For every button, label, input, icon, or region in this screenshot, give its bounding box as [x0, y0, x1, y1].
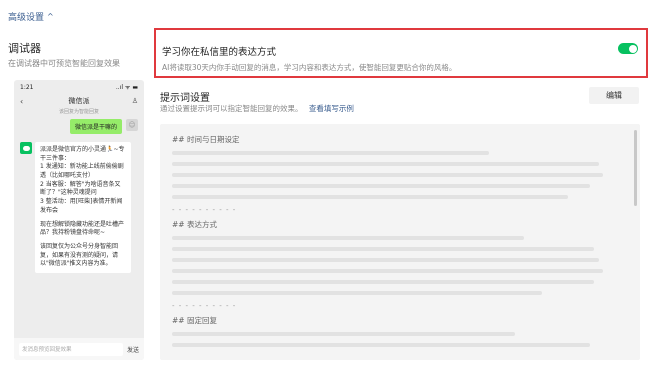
blurred-prompt-line — [172, 162, 599, 166]
view-example-link[interactable]: 查看填写示例 — [309, 104, 354, 113]
reply-paragraph: 派派是微信官方的小灵通🏃~专干三件事： 1 发通知：新功能上线前偷偷剧透（比如哪… — [40, 146, 125, 214]
reply-paragraph: 该回复仅为公众号分身智能回复，如果有没有测的疑问，请以"微信派"推文内容为准。 — [40, 242, 119, 268]
prompt-subtitle-text: 通过设置提示词可以指定智能回复的效果。 — [160, 104, 303, 113]
edit-prompt-button[interactable]: 编辑 — [589, 87, 639, 104]
prompt-section-heading: ## 表达方式 — [172, 220, 217, 229]
blurred-prompt-line — [172, 195, 568, 199]
blurred-prompt-line — [172, 236, 524, 240]
back-arrow-icon[interactable]: ‹ — [20, 97, 23, 106]
prompt-section-heading: ## 时间与日期设定 — [172, 135, 240, 144]
learn-style-toggle[interactable] — [618, 43, 638, 54]
user-message-row: 微信派是干嘛的 ☺ — [14, 119, 138, 134]
learn-style-title: 学习你在私信里的表达方式 — [162, 47, 277, 58]
chat-input-bar: 发消息预览回复效果 发送 — [14, 338, 144, 360]
send-button[interactable]: 发送 — [127, 345, 139, 354]
reply-paragraph: 现在想解锁隐藏功能还是吐槽产品？我持粉镜盘待命呢~ — [40, 220, 125, 237]
chat-name: 微信派 — [68, 97, 90, 105]
status-icons: ..ıl ᯤ ▬ — [115, 84, 138, 91]
prompt-settings-subtitle: 通过设置提示词可以指定智能回复的效果。 查看填写示例 — [160, 103, 354, 114]
section-divider: - - - - - - - - - - — [172, 206, 237, 214]
bot-reply-bubble: 派派是微信官方的小灵通🏃~专干三件事： 1 发通知：新功能上线前偷偷剧透（比如哪… — [35, 142, 131, 273]
blurred-prompt-line — [172, 247, 595, 251]
blurred-prompt-line — [172, 343, 590, 347]
prompt-content-area: ## 时间与日期设定 - - - - - - - - - - ## 表达方式 - - … — [160, 124, 640, 360]
chat-subnote: 该回复为智能回复 — [58, 109, 99, 115]
bot-reply-row: 派派是微信官方的小灵通🏃~专干三件事： 1 发通知：新功能上线前偷偷剧透（比如哪… — [20, 142, 138, 273]
chevron-up-icon: ^ — [47, 12, 54, 21]
user-avatar-icon: ☺ — [126, 119, 138, 131]
user-message-bubble: 微信派是干嘛的 — [69, 119, 122, 134]
status-time: 1:21 — [20, 83, 34, 91]
blurred-prompt-line — [172, 280, 595, 284]
debugger-title: 调试器 — [8, 42, 41, 55]
debugger-phone-preview: 1:21 ..ıl ᯤ ▬ ‹ 微信派 ♙ 该回复为智能回复 微信派是干嘛的 ☺… — [14, 80, 144, 360]
advanced-settings-toggle[interactable]: 高级设置 ^ — [8, 10, 54, 23]
blurred-prompt-line — [172, 173, 604, 177]
blurred-prompt-line — [172, 258, 599, 262]
blurred-prompt-line — [172, 269, 604, 273]
prompt-scrollbar[interactable] — [634, 130, 637, 206]
prompt-settings-title: 提示词设置 — [160, 93, 210, 104]
toggle-knob — [628, 44, 637, 53]
advanced-settings-label: 高级设置 — [8, 13, 45, 23]
prompt-section-heading: ## 固定回复 — [172, 316, 217, 325]
wechat-logo-icon — [20, 142, 32, 154]
debugger-subtitle: 在调试器中可预览智能回复效果 — [8, 59, 120, 68]
section-divider: - - - - - - - - - - — [172, 302, 237, 310]
chat-nav-bar: ‹ 微信派 ♙ — [14, 94, 144, 108]
learn-style-panel: 学习你在私信里的表达方式 AI将读取30天内你手动回复的消息，学习内容和表达方式… — [154, 28, 648, 78]
learn-style-description: AI将读取30天内你手动回复的消息，学习内容和表达方式，使智能回复更贴合你的风格… — [162, 63, 457, 72]
blurred-prompt-line — [172, 151, 489, 155]
person-icon[interactable]: ♙ — [132, 97, 138, 105]
preview-message-input[interactable]: 发消息预览回复效果 — [19, 342, 123, 356]
blurred-prompt-line — [172, 291, 542, 295]
blurred-prompt-line — [172, 184, 590, 188]
blurred-prompt-line — [172, 332, 516, 336]
phone-status-bar: 1:21 ..ıl ᯤ ▬ — [14, 80, 144, 94]
